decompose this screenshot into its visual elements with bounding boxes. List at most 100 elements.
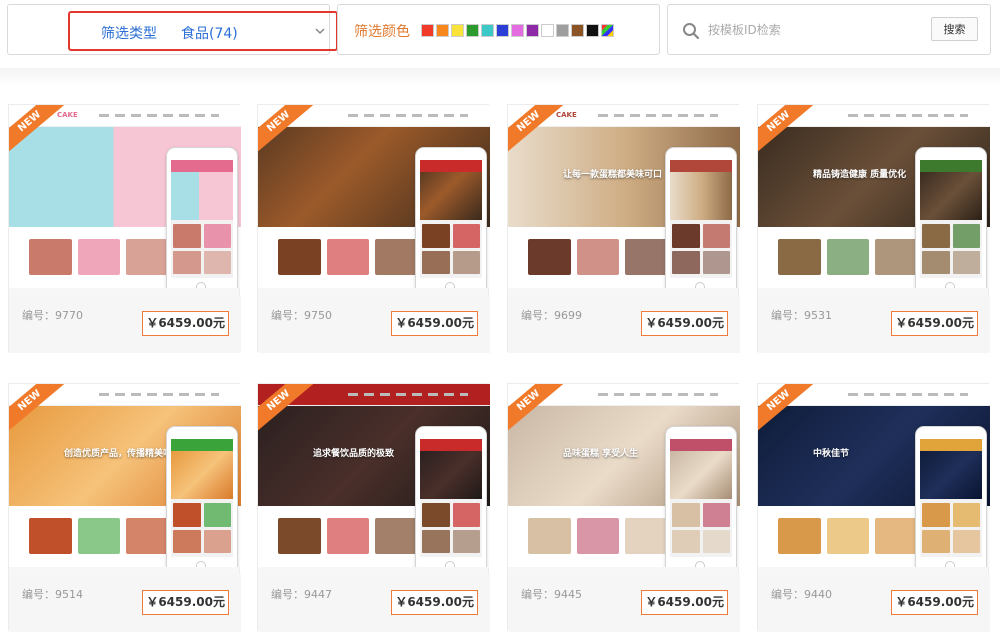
mobile-screen xyxy=(171,160,233,278)
preview-hero-text: 创造优质产品，传播精美味 xyxy=(64,449,173,459)
new-badge: NEW xyxy=(508,384,578,444)
preview-tiles xyxy=(528,239,669,275)
template-preview[interactable]: CAKE NEW xyxy=(9,105,241,288)
preview-nav-links xyxy=(348,114,468,117)
template-preview[interactable]: 中秋佳节 NEW xyxy=(758,384,990,567)
new-badge: NEW xyxy=(258,384,328,444)
preview-nav-links xyxy=(99,114,219,117)
mobile-screen xyxy=(171,439,233,557)
new-badge-label: NEW xyxy=(258,105,318,157)
mobile-preview xyxy=(415,147,487,288)
template-preview[interactable]: CAKE 让每一款蛋糕都美味可口 NEW xyxy=(508,105,740,288)
phone-home-button-icon xyxy=(695,561,705,567)
mobile-preview xyxy=(915,147,987,288)
preview-hero-text: 品味蛋糕 享受人生 xyxy=(563,449,639,459)
template-card[interactable]: 追求餐饮品质的极致 NEW 编号：9447 ￥6459.00元 xyxy=(257,383,490,632)
preview-hero-text: 精品铸造健康 质量优化 xyxy=(813,170,907,180)
template-price[interactable]: ￥6459.00元 xyxy=(142,590,229,615)
mobile-screen xyxy=(670,439,732,557)
template-code: 编号：9440 xyxy=(771,588,832,601)
preview-hero-text: 中秋佳节 xyxy=(813,449,850,459)
template-grid: CAKE NEW 编号：9770 ￥6459.00元 NEW 编号：9750 ￥… xyxy=(0,0,1000,641)
mobile-preview xyxy=(166,147,238,288)
template-card[interactable]: 品味蛋糕 享受人生 NEW 编号：9445 ￥6459.00元 xyxy=(507,383,740,632)
mobile-preview xyxy=(915,426,987,567)
template-price[interactable]: ￥6459.00元 xyxy=(891,311,978,336)
card-footer: 编号：9447 ￥6459.00元 xyxy=(258,574,490,632)
preview-nav-links xyxy=(598,114,718,117)
card-footer: 编号：9699 ￥6459.00元 xyxy=(508,295,740,353)
new-badge: NEW xyxy=(9,105,79,165)
card-footer: 编号：9440 ￥6459.00元 xyxy=(758,574,990,632)
preview-hero-text: 让每一款蛋糕都美味可口 xyxy=(563,170,663,180)
mobile-preview xyxy=(415,426,487,567)
template-price[interactable]: ￥6459.00元 xyxy=(142,311,229,336)
template-preview[interactable]: 创造优质产品，传播精美味 NEW xyxy=(9,384,241,567)
mobile-preview xyxy=(665,426,737,567)
template-code: 编号：9447 xyxy=(271,588,332,601)
template-price[interactable]: ￥6459.00元 xyxy=(391,590,478,615)
new-badge-label: NEW xyxy=(9,105,69,157)
new-badge-label: NEW xyxy=(758,105,818,157)
template-price[interactable]: ￥6459.00元 xyxy=(391,311,478,336)
card-footer: 编号：9750 ￥6459.00元 xyxy=(258,295,490,353)
phone-home-button-icon xyxy=(196,282,206,288)
new-badge: NEW xyxy=(258,105,328,165)
preview-tiles xyxy=(778,518,919,554)
template-code: 编号：9750 xyxy=(271,309,332,322)
template-card[interactable]: 精品铸造健康 质量优化 NEW 编号：9531 ￥6459.00元 xyxy=(757,104,990,353)
template-price[interactable]: ￥6459.00元 xyxy=(641,590,728,615)
preview-nav-links xyxy=(848,114,968,117)
preview-tiles xyxy=(278,239,419,275)
template-card[interactable]: 创造优质产品，传播精美味 NEW 编号：9514 ￥6459.00元 xyxy=(8,383,241,632)
template-price[interactable]: ￥6459.00元 xyxy=(891,590,978,615)
new-badge-label: NEW xyxy=(508,105,568,157)
template-card[interactable]: NEW 编号：9750 ￥6459.00元 xyxy=(257,104,490,353)
new-badge-label: NEW xyxy=(258,384,318,436)
mobile-screen xyxy=(920,439,982,557)
template-price[interactable]: ￥6459.00元 xyxy=(641,311,728,336)
template-preview[interactable]: NEW xyxy=(258,105,490,288)
preview-tiles xyxy=(528,518,669,554)
new-badge: NEW xyxy=(758,384,828,444)
card-footer: 编号：9514 ￥6459.00元 xyxy=(9,574,241,632)
template-code: 编号：9770 xyxy=(22,309,83,322)
template-card[interactable]: 中秋佳节 NEW 编号：9440 ￥6459.00元 xyxy=(757,383,990,632)
new-badge: NEW xyxy=(508,105,578,165)
mobile-screen xyxy=(920,160,982,278)
phone-home-button-icon xyxy=(695,282,705,288)
phone-home-button-icon xyxy=(196,561,206,567)
mobile-preview xyxy=(665,147,737,288)
mobile-preview xyxy=(166,426,238,567)
template-card[interactable]: CAKE 让每一款蛋糕都美味可口 NEW 编号：9699 ￥6459.00元 xyxy=(507,104,740,353)
template-preview[interactable]: 品味蛋糕 享受人生 NEW xyxy=(508,384,740,567)
preview-tiles xyxy=(29,239,170,275)
new-badge: NEW xyxy=(758,105,828,165)
phone-home-button-icon xyxy=(445,561,455,567)
template-code: 编号：9531 xyxy=(771,309,832,322)
template-preview[interactable]: 追求餐饮品质的极致 NEW xyxy=(258,384,490,567)
template-code: 编号：9514 xyxy=(22,588,83,601)
preview-tiles xyxy=(29,518,170,554)
preview-hero-text: 追求餐饮品质的极致 xyxy=(313,449,395,459)
new-badge-label: NEW xyxy=(758,384,818,436)
card-footer: 编号：9531 ￥6459.00元 xyxy=(758,295,990,353)
preview-nav-links xyxy=(348,393,468,396)
card-footer: 编号：9770 ￥6459.00元 xyxy=(9,295,241,353)
preview-tiles xyxy=(278,518,419,554)
card-footer: 编号：9445 ￥6459.00元 xyxy=(508,574,740,632)
phone-home-button-icon xyxy=(945,561,955,567)
preview-nav-links xyxy=(848,393,968,396)
preview-nav-links xyxy=(99,393,219,396)
template-code: 编号：9445 xyxy=(521,588,582,601)
new-badge-label: NEW xyxy=(9,384,69,436)
mobile-screen xyxy=(420,439,482,557)
new-badge-label: NEW xyxy=(508,384,568,436)
preview-nav-links xyxy=(598,393,718,396)
new-badge: NEW xyxy=(9,384,79,444)
template-preview[interactable]: 精品铸造健康 质量优化 NEW xyxy=(758,105,990,288)
template-card[interactable]: CAKE NEW 编号：9770 ￥6459.00元 xyxy=(8,104,241,353)
preview-tiles xyxy=(778,239,919,275)
phone-home-button-icon xyxy=(445,282,455,288)
mobile-screen xyxy=(670,160,732,278)
